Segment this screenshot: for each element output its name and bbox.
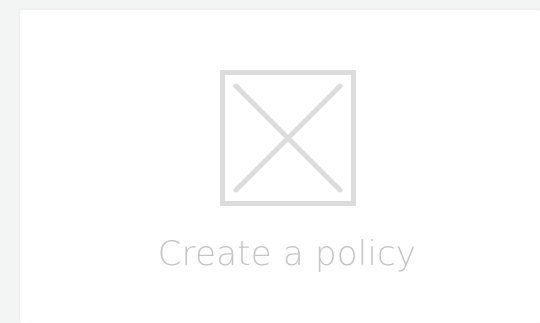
create-policy-label: Create a policy: [157, 234, 417, 274]
page-canvas: Create a policy: [0, 0, 540, 323]
image-placeholder-icon: [220, 70, 356, 206]
create-policy-card[interactable]: Create a policy: [20, 10, 540, 323]
